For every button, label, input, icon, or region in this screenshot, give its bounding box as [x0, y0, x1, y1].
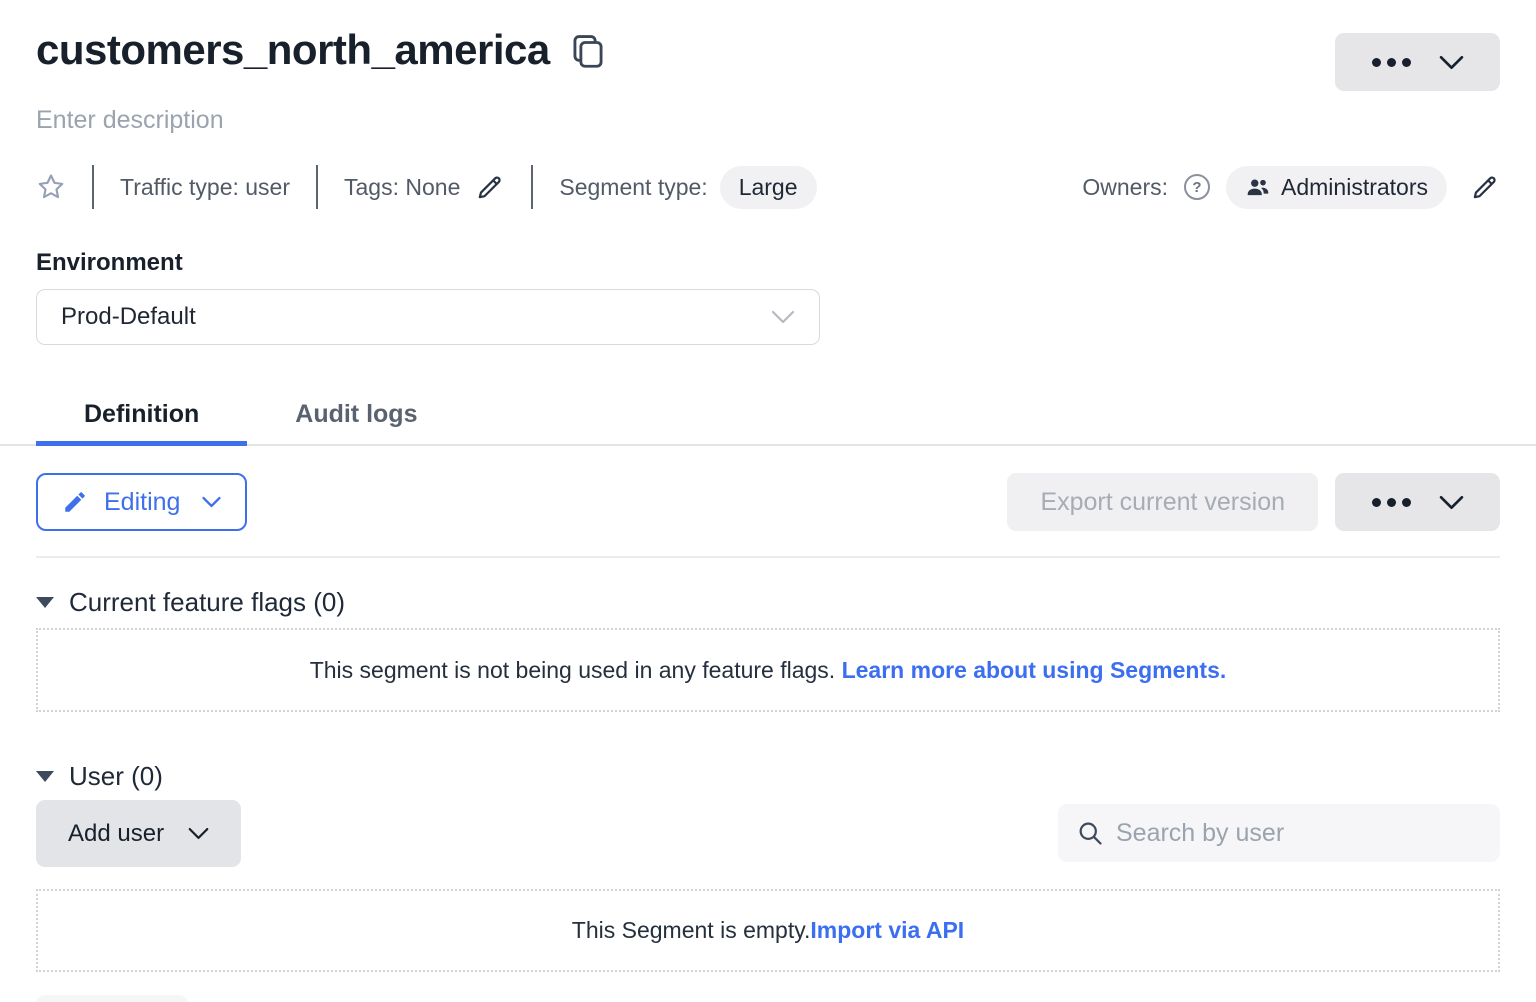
user-search-box [1058, 804, 1500, 862]
people-icon [1245, 174, 1271, 200]
feature-flags-empty-text: This segment is not being used in any fe… [310, 657, 842, 683]
description-placeholder[interactable]: Enter description [36, 106, 224, 135]
editing-mode-button[interactable]: Editing [36, 473, 247, 531]
edit-tags-pencil-icon[interactable] [474, 172, 505, 203]
owners-value: Administrators [1281, 174, 1428, 201]
user-section-title: User (0) [69, 761, 163, 792]
collapse-caret-icon [36, 597, 54, 608]
favorite-star-icon[interactable] [36, 172, 66, 202]
tab-bar: Definition Audit logs [0, 384, 1536, 446]
owners-badge: Administrators [1226, 166, 1447, 209]
definition-more-actions-button[interactable] [1335, 473, 1500, 531]
owners-group: Owners: ? Administrators [1082, 166, 1500, 209]
user-empty-state: This Segment is empty.Import via API [36, 889, 1500, 972]
segment-type-label: Segment type: [559, 174, 707, 201]
import-via-api-link[interactable]: Import via API [810, 917, 964, 943]
environment-label: Environment [36, 249, 183, 277]
chevron-down-icon [1439, 55, 1464, 70]
ellipsis-icon [1372, 498, 1411, 507]
title-row: customers_north_america [36, 26, 606, 74]
traffic-type-label: Traffic type: user [120, 174, 290, 201]
pencil-icon [62, 489, 88, 515]
feature-flags-section-title: Current feature flags (0) [69, 587, 345, 618]
chevron-down-icon [1439, 495, 1464, 510]
tags-group: Tags: None [344, 172, 505, 203]
learn-more-link[interactable]: Learn more about using Segments. [842, 657, 1227, 683]
cutoff-bottom-button[interactable] [36, 995, 188, 1002]
divider [92, 165, 94, 209]
user-search-input[interactable] [1116, 819, 1482, 848]
chevron-down-icon [188, 827, 209, 840]
user-empty-text: This Segment is empty. [572, 917, 811, 943]
meta-row: Traffic type: user Tags: None Segment ty… [36, 164, 1500, 210]
chevron-down-icon [202, 496, 221, 508]
chevron-down-icon [771, 310, 795, 324]
ellipsis-icon [1372, 58, 1411, 67]
divider [531, 165, 533, 209]
editing-label: Editing [104, 488, 180, 517]
page-title: customers_north_america [36, 26, 550, 74]
help-icon[interactable]: ? [1184, 174, 1210, 200]
definition-toolbar: Editing Export current version [36, 473, 1500, 531]
tags-label: Tags: None [344, 174, 460, 201]
export-current-version-button[interactable]: Export current version [1007, 473, 1318, 531]
tab-audit-logs[interactable]: Audit logs [247, 384, 465, 444]
header-more-actions-button[interactable] [1335, 33, 1500, 91]
divider [36, 556, 1500, 558]
owners-label: Owners: [1082, 174, 1168, 201]
add-user-label: Add user [68, 820, 164, 848]
copy-icon[interactable] [570, 33, 606, 71]
feature-flags-empty-state: This segment is not being used in any fe… [36, 628, 1500, 712]
divider [316, 165, 318, 209]
meta-left: Traffic type: user Tags: None Segment ty… [36, 165, 817, 209]
user-section-header[interactable]: User (0) [36, 761, 163, 792]
collapse-caret-icon [36, 771, 54, 782]
search-icon [1076, 819, 1104, 847]
segment-type-badge: Large [720, 166, 817, 209]
edit-owners-pencil-icon[interactable] [1469, 172, 1500, 203]
segment-type-group: Segment type: Large [559, 166, 816, 209]
tab-definition[interactable]: Definition [36, 384, 247, 444]
environment-select[interactable]: Prod-Default [36, 289, 820, 345]
add-user-button[interactable]: Add user [36, 800, 241, 867]
environment-selected-value: Prod-Default [61, 303, 196, 331]
segment-detail-page: customers_north_america Enter descriptio… [0, 0, 1536, 1002]
feature-flags-section-header[interactable]: Current feature flags (0) [36, 587, 345, 618]
